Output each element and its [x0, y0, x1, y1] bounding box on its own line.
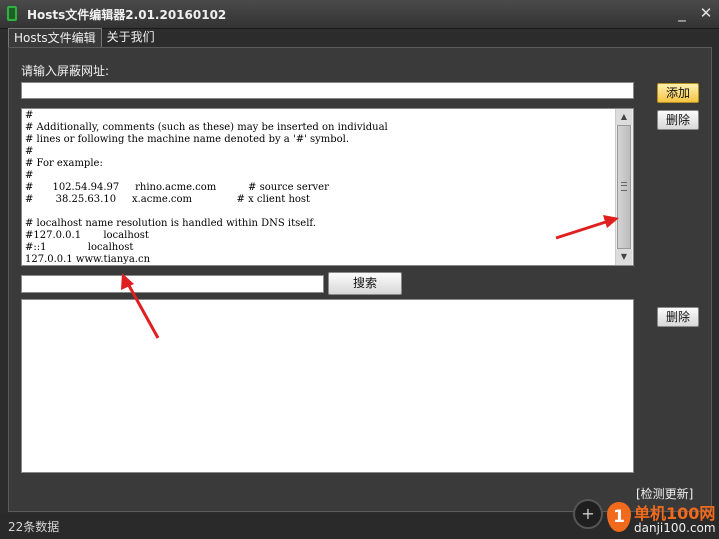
hosts-content: # # Additionally, comments (such as thes…	[25, 110, 388, 265]
tab-hosts-editor[interactable]: Hosts文件编辑	[8, 28, 102, 48]
watermark-url: danji100.com	[634, 521, 716, 535]
url-label: 请输入屏蔽网址:	[21, 64, 110, 78]
scrollbar-thumb[interactable]	[617, 125, 631, 249]
minimize-button[interactable]: _	[673, 4, 691, 22]
add-button[interactable]: 添加	[657, 83, 699, 103]
hosts-textarea[interactable]: # # Additionally, comments (such as thes…	[21, 108, 634, 266]
close-button[interactable]: ✕	[697, 4, 715, 22]
grip-icon	[621, 182, 627, 191]
record-count: 22条数据	[8, 520, 60, 534]
tab-bar: Hosts文件编辑 关于我们	[8, 28, 160, 48]
url-input[interactable]	[21, 82, 634, 99]
scroll-up-icon[interactable]: ▲	[616, 109, 632, 125]
search-button[interactable]: 搜索	[328, 272, 402, 295]
tab-about-us[interactable]: 关于我们	[102, 28, 160, 47]
search-results-list[interactable]	[21, 299, 634, 473]
delete-entry-button[interactable]: 删除	[657, 110, 699, 130]
vertical-scrollbar[interactable]: ▲ ▼	[615, 109, 633, 265]
window-title: Hosts文件编辑器2.01.20160102	[27, 8, 227, 22]
title-bar: Hosts文件编辑器2.01.20160102 _ ✕	[0, 0, 719, 29]
watermark-plus-icon: +	[573, 499, 603, 529]
scroll-down-icon[interactable]: ▼	[616, 249, 632, 265]
delete-result-button[interactable]: 删除	[657, 307, 699, 327]
search-input[interactable]	[21, 275, 324, 293]
app-icon	[7, 6, 17, 21]
